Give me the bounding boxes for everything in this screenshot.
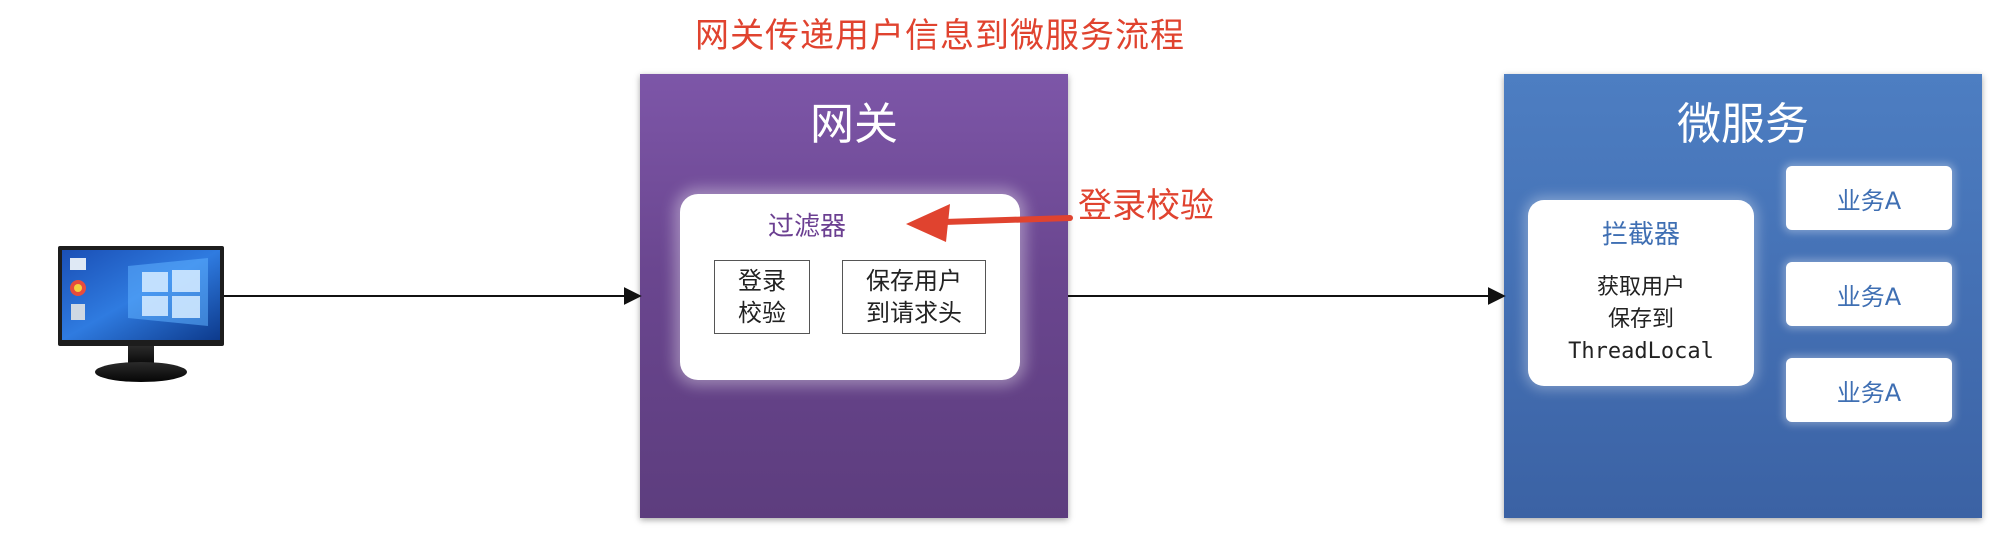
- business-a-box: 业务A: [1786, 358, 1952, 422]
- filter-box: 过滤器 登录 校验 保存用户 到请求头: [680, 194, 1020, 380]
- microservice-box: 微服务 拦截器 获取用户 保存到 ThreadLocal 业务A 业务A 业务A: [1504, 74, 1982, 518]
- save-user-line1: 保存用户: [866, 267, 962, 295]
- interceptor-line2: 保存到: [1607, 307, 1674, 332]
- login-check-annotation: 登录校验: [1078, 186, 1214, 226]
- diagram-title: 网关传递用户信息到微服务流程: [695, 16, 1185, 56]
- business-a-box: 业务A: [1786, 166, 1952, 230]
- interceptor-box: 拦截器 获取用户 保存到 ThreadLocal: [1528, 200, 1754, 386]
- login-check-step: 登录 校验: [714, 260, 810, 334]
- interceptor-line3: ThreadLocal: [1568, 339, 1714, 364]
- save-user-line2: 到请求头: [866, 299, 962, 327]
- login-check-line1: 登录: [738, 267, 786, 295]
- login-check-line2: 校验: [738, 299, 786, 327]
- microservice-title: 微服务: [1677, 99, 1809, 150]
- interceptor-title: 拦截器: [1601, 220, 1680, 250]
- gateway-box: 网关 过滤器 登录 校验 保存用户 到请求头: [640, 74, 1068, 518]
- interceptor-line1: 获取用户: [1596, 275, 1685, 300]
- business-a-box: 业务A: [1786, 262, 1952, 326]
- computer-monitor-icon: [58, 246, 224, 386]
- interceptor-description: 获取用户 保存到 ThreadLocal: [1528, 272, 1754, 368]
- filter-title: 过滤器: [767, 212, 846, 242]
- save-user-step: 保存用户 到请求头: [842, 260, 986, 334]
- gateway-title: 网关: [810, 99, 898, 150]
